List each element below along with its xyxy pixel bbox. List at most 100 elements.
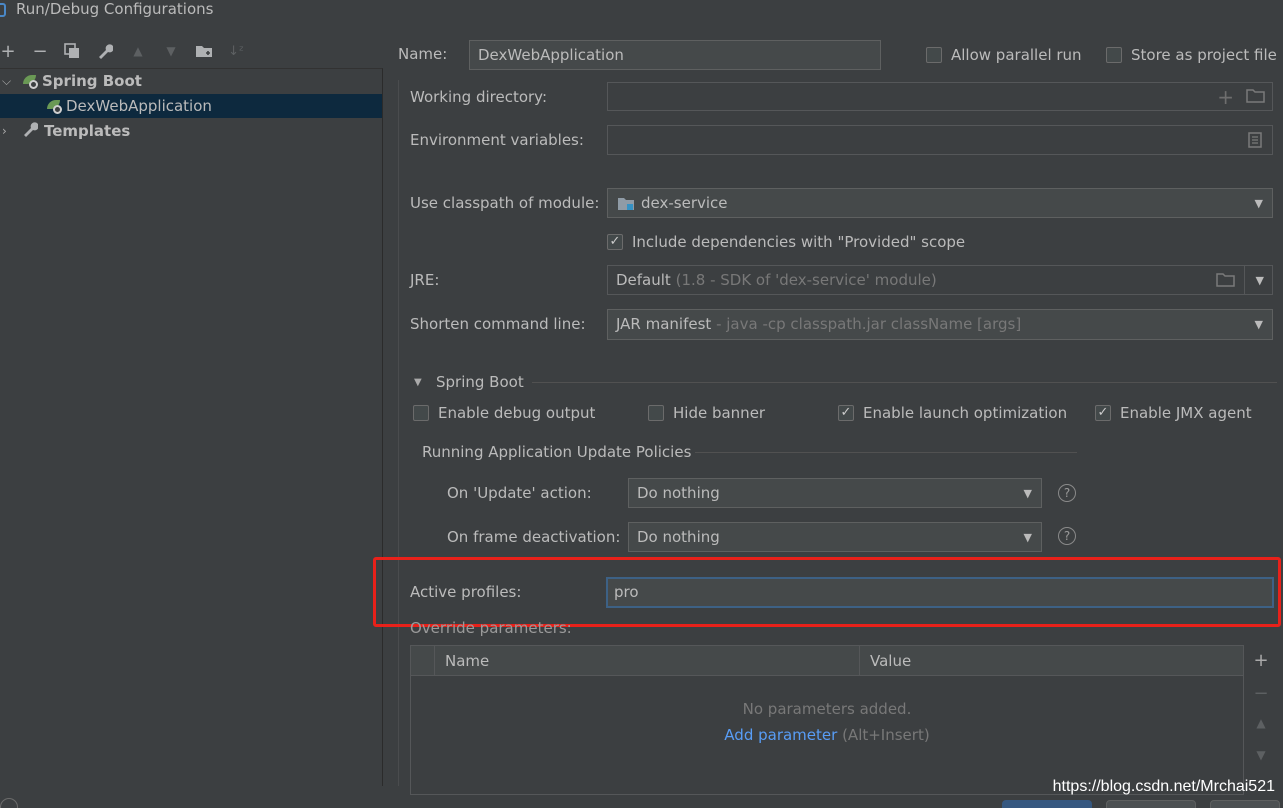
on-update-select[interactable]: Do nothing ▼ [628, 478, 1042, 508]
policies-separator [695, 452, 1077, 453]
tree-group-templates[interactable]: › Templates [0, 119, 382, 143]
move-down-icon: ▼ [1256, 748, 1266, 762]
working-dir-label: Working directory: [410, 88, 548, 106]
column-divider [859, 646, 860, 676]
enable-launch-label: Enable launch optimization [863, 404, 1068, 422]
column-divider [434, 646, 435, 676]
working-dir-input[interactable]: + [607, 82, 1273, 111]
remove-row-icon: − [1253, 683, 1269, 704]
title-bar: Run/Debug Configurations [0, 0, 1283, 22]
hide-banner-label: Hide banner [673, 404, 766, 422]
section-separator [532, 382, 1277, 383]
empty-table-text: No parameters added. [742, 700, 912, 718]
move-down-icon: ▼ [166, 44, 176, 58]
jre-label: JRE: [410, 271, 440, 289]
add-parameter-row: Add parameter (Alt+Insert) [411, 726, 1243, 744]
shorten-value: JAR manifest [616, 315, 712, 333]
on-frame-select[interactable]: Do nothing ▼ [628, 522, 1042, 552]
document-icon[interactable] [1248, 132, 1262, 152]
ok-button[interactable] [1002, 800, 1092, 808]
chevron-down-icon: ▼ [1254, 318, 1263, 331]
copy-icon[interactable] [61, 40, 83, 62]
enable-jmx-label: Enable JMX agent [1120, 404, 1252, 422]
on-frame-value: Do nothing [637, 528, 720, 546]
jre-hint: (1.8 - SDK of 'dex-service' module) [675, 271, 937, 289]
jre-select[interactable]: Default (1.8 - SDK of 'dex-service' modu… [607, 265, 1273, 295]
override-params-table: Name Value No parameters added. Add para… [410, 645, 1244, 795]
add-icon[interactable]: + [0, 40, 19, 62]
policies-title: Running Application Update Policies [422, 443, 692, 461]
divider [1244, 266, 1245, 294]
chevron-down-icon[interactable]: ▼ [1256, 274, 1264, 287]
classpath-label: Use classpath of module: [410, 194, 600, 212]
column-value-header[interactable]: Value [870, 652, 911, 670]
allow-parallel-label: Allow parallel run [951, 46, 1082, 64]
remove-icon[interactable]: − [29, 40, 51, 62]
enable-debug-label: Enable debug output [438, 404, 596, 422]
config-tree: ⌵ Spring Boot DexWebApplication › Templa… [0, 68, 383, 786]
add-row-icon[interactable]: + [1250, 650, 1272, 672]
chevron-right-icon[interactable]: › [2, 124, 14, 138]
env-vars-label: Environment variables: [410, 131, 584, 149]
env-vars-input[interactable] [607, 125, 1273, 155]
include-deps-checkbox[interactable]: ✓ [607, 234, 623, 250]
app-icon [0, 3, 6, 17]
folder-browse-icon[interactable] [1246, 88, 1266, 108]
move-up-icon: ▲ [133, 44, 143, 58]
collapse-triangle-icon[interactable]: ▼ [414, 377, 422, 388]
watermark-text: https://blog.csdn.net/Mrchai521 [1052, 778, 1275, 795]
shorten-label: Shorten command line: [410, 315, 586, 333]
add-macro-icon[interactable]: + [1217, 85, 1234, 109]
wrench-icon [22, 121, 40, 141]
spring-boot-section-title: Spring Boot [436, 373, 524, 391]
move-up-icon: ▲ [1256, 716, 1266, 730]
enable-debug-checkbox[interactable] [413, 405, 429, 421]
wrench-icon[interactable] [94, 40, 116, 62]
tree-group-spring-boot[interactable]: ⌵ Spring Boot [0, 69, 382, 93]
classpath-select[interactable]: dex-service ▼ [607, 188, 1273, 218]
on-frame-label: On frame deactivation: [447, 528, 621, 546]
tree-group-label: Templates [44, 122, 131, 140]
shorten-select[interactable]: JAR manifest - java -cp classpath.jar cl… [607, 309, 1273, 340]
tree-group-label: Spring Boot [42, 72, 142, 90]
spring-boot-icon [46, 98, 62, 114]
hide-banner-checkbox[interactable] [648, 405, 664, 421]
jre-value: Default [616, 271, 671, 289]
column-name-header[interactable]: Name [445, 652, 489, 670]
tree-item-dexwebapplication[interactable]: DexWebApplication [0, 94, 382, 118]
help-icon[interactable]: ? [1058, 484, 1076, 502]
name-input[interactable]: DexWebApplication [469, 40, 881, 70]
override-params-label: Override parameters: [410, 619, 572, 637]
spring-boot-icon [22, 73, 38, 89]
on-update-label: On 'Update' action: [447, 484, 592, 502]
chevron-down-icon: ▼ [1023, 531, 1032, 544]
shorten-hint: - java -cp classpath.jar className [args… [716, 315, 1022, 333]
allow-parallel-checkbox[interactable] [926, 47, 942, 63]
cancel-button[interactable] [1106, 800, 1196, 808]
chevron-down-icon: ▼ [1023, 487, 1032, 500]
include-deps-label: Include dependencies with "Provided" sco… [632, 233, 966, 251]
enable-jmx-checkbox[interactable]: ✓ [1095, 405, 1111, 421]
apply-button[interactable] [1210, 800, 1280, 808]
help-icon[interactable]: ? [1058, 527, 1076, 545]
add-parameter-link[interactable]: Add parameter [724, 726, 837, 744]
highlight-annotation [373, 557, 1281, 627]
classpath-value: dex-service [641, 194, 728, 212]
content-border [398, 80, 399, 786]
chevron-down-icon: ▼ [1254, 197, 1263, 210]
sort-icon: ↓ᶻ [228, 43, 244, 59]
enable-launch-checkbox[interactable]: ✓ [838, 405, 854, 421]
table-header: Name Value [411, 646, 1243, 676]
store-project-checkbox[interactable] [1106, 47, 1122, 63]
module-folder-icon [617, 196, 635, 216]
jre-value-text: Default (1.8 - SDK of 'dex-service' modu… [616, 271, 937, 289]
add-parameter-shortcut: (Alt+Insert) [842, 726, 930, 744]
chevron-down-icon[interactable]: ⌵ [2, 74, 14, 89]
folder-icon[interactable] [193, 40, 215, 62]
shorten-value-text: JAR manifest - java -cp classpath.jar cl… [616, 315, 1021, 333]
on-update-value: Do nothing [637, 484, 720, 502]
tree-item-label: DexWebApplication [66, 97, 212, 115]
folder-browse-icon[interactable] [1216, 272, 1236, 292]
help-round-icon[interactable] [0, 798, 18, 808]
store-project-label: Store as project file [1131, 46, 1277, 64]
